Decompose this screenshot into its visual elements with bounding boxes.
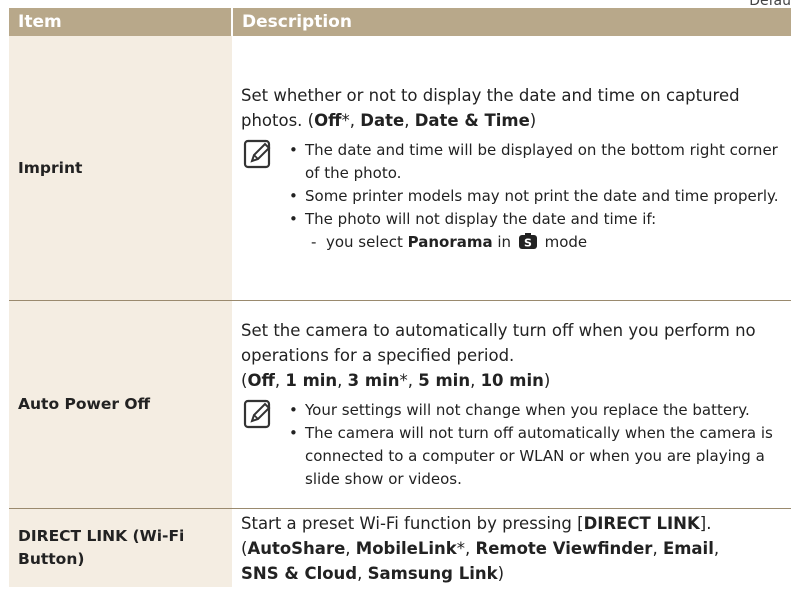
note-text: The photo will not display the date and … xyxy=(305,209,657,228)
note-pencil-icon xyxy=(243,139,271,168)
note-block: • The date and time will be displayed on … xyxy=(241,139,782,254)
desc-main: Start a preset Wi-Fi function by pressin… xyxy=(241,513,584,533)
option-off: Off xyxy=(247,371,275,390)
option-panorama: Panorama xyxy=(407,232,493,251)
note-item: • Some printer models may not print the d… xyxy=(289,185,782,208)
bullet: • xyxy=(289,186,298,205)
sep: ]. xyxy=(699,513,712,533)
header-description: Description xyxy=(232,8,791,36)
item-auto-power-off: Auto Power Off xyxy=(9,300,232,509)
option-sns-cloud: SNS & Cloud xyxy=(241,563,358,583)
settings-table: Item Description Imprint Set whether or … xyxy=(9,8,791,587)
note-item: • The photo will not display the date and… xyxy=(289,208,782,254)
table-header-row: Item Description xyxy=(9,8,791,36)
note-subitem: - you select Panorama in S mode xyxy=(305,231,782,254)
option-1min: 1 min xyxy=(285,371,338,390)
sub-text: you select xyxy=(325,232,408,251)
note-text: The date and time will be displayed on t… xyxy=(305,140,778,182)
sep: , xyxy=(357,563,368,583)
sep: ) xyxy=(543,371,551,390)
note-block: • Your settings will not change when you … xyxy=(241,399,782,491)
option-3min: 3 min xyxy=(347,371,400,390)
dash: - xyxy=(311,232,317,251)
sub-text: mode xyxy=(539,232,588,251)
description-text: Start a preset Wi-Fi function by pressin… xyxy=(241,511,782,586)
description-direct-link: Start a preset Wi-Fi function by pressin… xyxy=(232,509,791,588)
option-samsung-link: Samsung Link xyxy=(367,563,498,583)
table-row: DIRECT LINK (Wi-Fi Button) Start a prese… xyxy=(9,508,791,588)
note-item: • Your settings will not change when you … xyxy=(289,399,782,422)
description-auto-power-off: Set the camera to automatically turn off… xyxy=(232,300,791,509)
option-off: Off xyxy=(314,110,342,130)
sep: , xyxy=(652,538,663,558)
note-item: • The camera will not turn off automatica… xyxy=(289,422,782,491)
sep: , xyxy=(337,371,348,390)
sep: *, xyxy=(399,371,419,390)
sep: *, xyxy=(456,538,476,558)
sep: , xyxy=(345,538,356,558)
option-email: Email xyxy=(662,538,714,558)
bullet: • xyxy=(289,209,298,228)
bullet: • xyxy=(289,424,298,442)
bullet: • xyxy=(289,401,298,419)
bullet: • xyxy=(289,140,298,159)
option-10min: 10 min xyxy=(480,371,544,390)
table-row: Imprint Set whether or not to display th… xyxy=(9,36,791,301)
sep: , xyxy=(274,371,286,390)
item-direct-link: DIRECT LINK (Wi-Fi Button) xyxy=(9,508,232,587)
sep: ) xyxy=(497,563,505,583)
sub-text: in xyxy=(492,232,516,251)
sep: , xyxy=(470,371,481,390)
description-text: Set the camera to automatically turn off… xyxy=(241,318,782,393)
option-remote-viewfinder: Remote Viewfinder xyxy=(475,538,653,558)
note-text: Some printer models may not print the da… xyxy=(305,186,779,205)
option-date-time: Date & Time xyxy=(414,110,530,130)
sep: ) xyxy=(529,110,537,130)
option-mobilelink: MobileLink xyxy=(355,538,457,558)
description-text: Set whether or not to display the date a… xyxy=(241,83,782,133)
desc-main: Set the camera to automatically turn off… xyxy=(241,321,756,365)
note-pencil-icon xyxy=(243,399,271,429)
item-imprint: Imprint xyxy=(9,36,232,301)
note-list: • The date and time will be displayed on … xyxy=(289,139,782,254)
sep: , xyxy=(713,538,720,558)
description-imprint: Set whether or not to display the date a… xyxy=(232,36,791,301)
note-list: • Your settings will not change when you … xyxy=(289,399,782,491)
note-item: • The date and time will be displayed on … xyxy=(289,139,782,185)
sep: , xyxy=(404,110,415,130)
key-direct-link: DIRECT LINK xyxy=(583,513,700,533)
table-row: Auto Power Off Set the camera to automat… xyxy=(9,300,791,509)
note-text: Your settings will not change when you r… xyxy=(305,401,750,419)
option-5min: 5 min xyxy=(418,371,471,390)
option-date: Date xyxy=(360,110,405,130)
note-text: The camera will not turn off automatical… xyxy=(305,424,773,488)
sep: *, xyxy=(341,110,361,130)
smart-mode-icon: S xyxy=(518,232,537,249)
option-autoshare: AutoShare xyxy=(247,538,346,558)
mode-icon-letter: S xyxy=(524,236,532,249)
header-item: Item xyxy=(9,8,233,36)
